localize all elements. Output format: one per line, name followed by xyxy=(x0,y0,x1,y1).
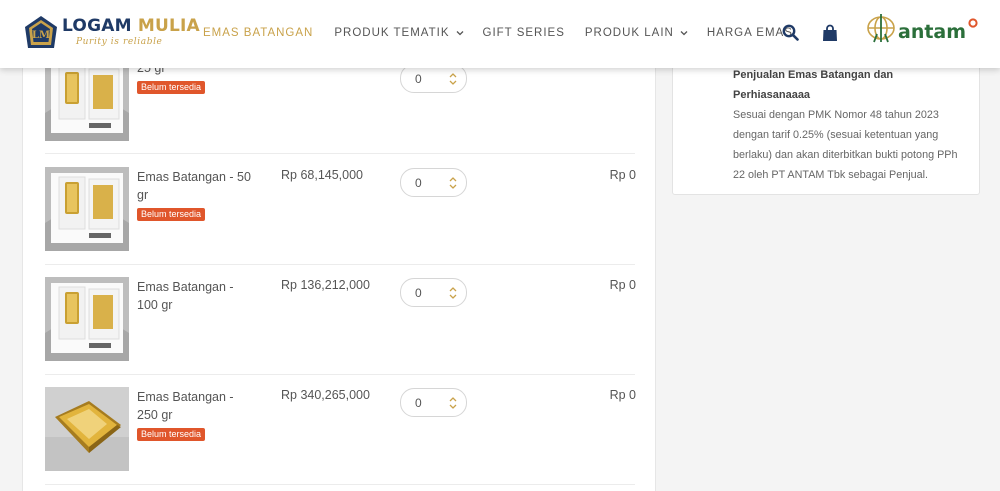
stepper-arrows-icon[interactable] xyxy=(448,175,458,191)
nav-produk-tematik[interactable]: PRODUK TEMATIK xyxy=(334,27,463,39)
quantity-stepper[interactable]: 0 xyxy=(400,278,467,307)
status-badge: Belum tersedia xyxy=(137,81,206,94)
search-icon[interactable] xyxy=(782,24,799,41)
tax-info-text: Sesuai dengan PMK Nomor 48 tahun 2023 de… xyxy=(733,109,958,181)
line-total: Rp 0 xyxy=(609,278,636,292)
lm-logo-icon: LM xyxy=(25,16,57,48)
nav-harga-emas[interactable]: HARGA EMAS xyxy=(707,27,793,39)
product-name: Emas Batangan - 100 gr xyxy=(137,280,234,312)
chevron-down-icon xyxy=(680,31,688,36)
stepper-arrows-icon[interactable] xyxy=(448,395,458,411)
antam-wordmark: antam xyxy=(898,21,967,43)
product-price: Rp 68,145,000 xyxy=(281,168,364,182)
antam-dot-icon xyxy=(968,18,978,28)
cast-gold-bar-image xyxy=(45,387,129,471)
minted-gold-bar-image xyxy=(45,167,129,251)
logam-mulia-logo[interactable]: LM LOGAM MULIA Purity is reliable xyxy=(24,15,200,49)
product-list-card: 25 gr Belum tersedia 0 Emas Batangan - 5… xyxy=(22,40,656,491)
product-name: Emas Batangan - 250 gr xyxy=(137,390,234,422)
site-header: LM LOGAM MULIA Purity is reliable EMAS B… xyxy=(0,0,1000,68)
main-nav: EMAS BATANGAN PRODUK TEMATIK GIFT SERIES… xyxy=(203,27,793,39)
brand-name: LOGAM MULIA xyxy=(62,15,200,36)
minted-gold-bar-image xyxy=(45,57,129,141)
shopping-bag-icon[interactable] xyxy=(822,24,838,42)
product-name: Emas Batangan - 50 gr xyxy=(137,170,251,202)
quantity-value: 0 xyxy=(415,72,422,86)
quantity-stepper[interactable]: 0 xyxy=(400,168,467,197)
svg-text:LM: LM xyxy=(32,30,50,41)
product-row: Emas Batangan - 250 gr Belum tersedia Rp… xyxy=(45,375,636,485)
tax-info-title: Penjualan Emas Batangan dan Perhiasanaaa… xyxy=(733,69,894,101)
nav-emas-batangan[interactable]: EMAS BATANGAN xyxy=(203,27,313,39)
product-price: Rp 340,265,000 xyxy=(281,388,370,402)
status-badge: Belum tersedia xyxy=(137,208,206,221)
nav-gift-series[interactable]: GIFT SERIES xyxy=(483,27,565,39)
product-price: Rp 136,212,000 xyxy=(281,278,370,292)
quantity-value: 0 xyxy=(415,396,422,410)
line-total: Rp 0 xyxy=(609,388,636,402)
quantity-value: 0 xyxy=(415,286,422,300)
antam-logo[interactable]: antam xyxy=(866,12,978,44)
brand-tagline: Purity is reliable xyxy=(76,36,163,47)
product-row: Emas Batangan - 100 gr Rp 136,212,000 0 … xyxy=(45,265,636,375)
minted-gold-bar-image xyxy=(45,277,129,361)
line-total: Rp 0 xyxy=(609,168,636,182)
chevron-down-icon xyxy=(456,31,463,36)
quantity-stepper[interactable]: 0 xyxy=(400,388,467,417)
quantity-value: 0 xyxy=(415,176,422,190)
stepper-arrows-icon[interactable] xyxy=(448,71,458,87)
status-badge: Belum tersedia xyxy=(137,428,206,441)
stepper-arrows-icon[interactable] xyxy=(448,285,458,301)
quantity-stepper[interactable]: 0 xyxy=(400,64,467,93)
nav-produk-lain[interactable]: PRODUK LAIN xyxy=(585,27,688,39)
antam-emblem-icon xyxy=(867,14,895,43)
product-row: Emas Batangan - 50 gr Belum tersedia Rp … xyxy=(45,155,636,265)
